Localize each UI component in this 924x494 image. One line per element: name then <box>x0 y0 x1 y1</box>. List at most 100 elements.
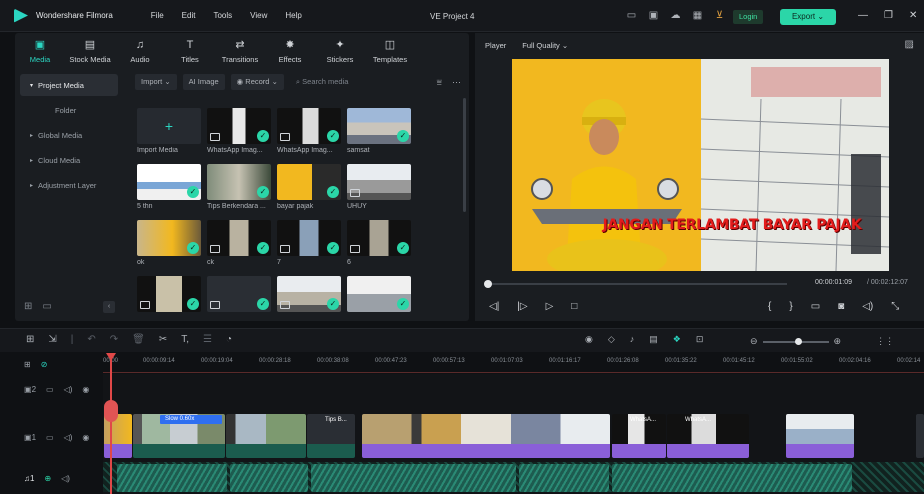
media-item[interactable]: ✓ WhatsApp Imag... <box>207 108 271 154</box>
shield-icon[interactable]: ◇ <box>608 334 615 345</box>
zoom-slider[interactable] <box>762 337 829 345</box>
render-icon[interactable]: ◉ <box>585 334 593 345</box>
voiceover-icon[interactable]: ▤ <box>649 334 658 345</box>
media-item[interactable]: ✓ 7 <box>277 220 341 266</box>
video-clip[interactable]: WhatsA... <box>612 414 666 458</box>
audio-clip[interactable] <box>519 464 609 492</box>
select-arrow-icon[interactable]: ⇲ <box>48 334 56 345</box>
video-preview[interactable]: JANGAN TERLAMBAT BAYAR PAJAK <box>512 59 889 271</box>
collapse-sidebar-button[interactable]: ‹ <box>103 301 115 313</box>
caption-icon[interactable]: ⊡ <box>696 334 704 345</box>
media-item[interactable]: ✓ Tips Berkendara ... <box>207 164 271 210</box>
audio-clip[interactable] <box>311 464 516 492</box>
video-clip[interactable]: Tips B... <box>307 414 355 458</box>
tab-titles[interactable]: T Titles <box>165 33 215 69</box>
apps-grid-icon[interactable]: ▦ <box>691 9 704 22</box>
media-item[interactable]: ✓ WhatsApp Imag... <box>277 108 341 154</box>
play-icon[interactable]: ▷ <box>546 301 554 312</box>
link-icon[interactable]: ⊘ <box>41 360 48 369</box>
eye-icon[interactable]: ◉ <box>82 385 89 394</box>
playhead-handle[interactable] <box>104 400 118 422</box>
tab-effects[interactable]: ✸ Effects <box>265 33 315 69</box>
sidebar-item-cloud-media[interactable]: ▸ Cloud Media <box>20 149 118 171</box>
media-item[interactable]: ✓ <box>277 276 341 312</box>
text-t-icon[interactable]: T, <box>181 334 189 345</box>
video-clip[interactable] <box>916 414 924 458</box>
delete-icon[interactable]: 🗑 <box>132 334 145 345</box>
tab-stickers[interactable]: ✦ Stickers <box>315 33 365 69</box>
media-item[interactable]: ✓ 6 <box>347 220 411 266</box>
record-dropdown[interactable]: ◉ Record ⌄ <box>230 74 284 90</box>
media-item[interactable]: UHUY <box>347 164 411 210</box>
tab-audio[interactable]: ♫ Audio <box>115 33 165 69</box>
undo-icon[interactable]: ↶ <box>87 334 95 345</box>
ai-image-button[interactable]: AI Image <box>182 74 225 90</box>
sidebar-item-global-media[interactable]: ▸ Global Media <box>20 124 118 146</box>
ai-icon[interactable]: ❖ <box>673 334 681 345</box>
media-item[interactable]: ✓ 5 thn <box>137 164 201 210</box>
media-item[interactable]: ✓ <box>207 276 271 312</box>
volume-icon[interactable]: ◁) <box>862 301 873 312</box>
cloud-icon[interactable]: ☁ <box>669 9 682 22</box>
quality-dropdown[interactable]: Full Quality ⌄ <box>522 41 568 50</box>
audio-clip[interactable] <box>612 464 852 492</box>
minimize-icon[interactable]: — <box>858 10 868 21</box>
zoom-slider-handle[interactable] <box>794 337 802 345</box>
speed-icon[interactable]: ◔ <box>226 334 232 345</box>
media-scrollbar[interactable] <box>463 98 466 212</box>
video-clip[interactable]: WhatsA... <box>667 414 749 458</box>
menu-help[interactable]: Help <box>285 11 301 20</box>
video-clip[interactable] <box>226 414 306 458</box>
adjust-icon[interactable]: ☰ <box>203 334 212 345</box>
volume-icon[interactable]: ◁) <box>61 474 70 483</box>
media-item[interactable]: ✓ ok <box>137 220 201 266</box>
restore-icon[interactable]: ❐ <box>884 10 893 21</box>
media-item[interactable]: ✓ <box>347 276 411 312</box>
display-icon[interactable]: ▭ <box>811 301 820 312</box>
more-options-icon[interactable]: ··· <box>452 74 461 90</box>
folder-icon[interactable]: ▭ <box>46 433 54 442</box>
folder-icon[interactable]: ▭ <box>46 385 54 394</box>
folder-icon[interactable]: ▭ <box>42 301 51 312</box>
volume-icon[interactable]: ◁) <box>64 433 73 442</box>
menu-edit[interactable]: Edit <box>182 11 196 20</box>
playback-scrubber[interactable] <box>484 280 787 288</box>
menu-view[interactable]: View <box>250 11 267 20</box>
menu-file[interactable]: File <box>151 11 164 20</box>
volume-icon[interactable]: ◁) <box>64 385 73 394</box>
mark-out-icon[interactable]: } <box>789 301 792 312</box>
step-play-icon[interactable]: |▷ <box>517 301 527 312</box>
lock-icon[interactable]: ⊕ <box>44 474 51 483</box>
tab-stock-media[interactable]: ▤ Stock Media <box>65 33 115 69</box>
video-clip[interactable] <box>362 414 610 458</box>
fullscreen-icon[interactable]: ⤡ <box>891 301 899 312</box>
menu-tools[interactable]: Tools <box>213 11 232 20</box>
audio-clip[interactable] <box>230 464 308 492</box>
timeline-ruler[interactable]: 00:00 00:00:09:14 00:00:19:04 00:00:28:1… <box>103 355 924 371</box>
audio-clip[interactable] <box>117 464 227 492</box>
new-folder-icon[interactable]: ⊞ <box>24 301 32 312</box>
redo-icon[interactable]: ↷ <box>110 334 118 345</box>
cart-icon[interactable]: ⊻ <box>713 9 726 22</box>
media-item[interactable]: ✓ samsat <box>347 108 411 154</box>
scrubber-handle[interactable] <box>484 280 492 288</box>
filter-icon[interactable]: ⩸ <box>437 74 442 90</box>
playhead-line[interactable] <box>110 355 112 494</box>
zoom-out-icon[interactable]: ⊖ <box>750 336 758 347</box>
sidebar-item-adjustment-layer[interactable]: ▸ Adjustment Layer <box>20 174 118 196</box>
tab-media[interactable]: ▣ Media <box>15 33 65 69</box>
login-button[interactable]: Login <box>733 10 764 24</box>
tab-transitions[interactable]: ⇄ Transitions <box>215 33 265 69</box>
sidebar-item-project-media[interactable]: ▾ Project Media <box>20 74 118 96</box>
save-icon[interactable]: ▣ <box>647 9 660 22</box>
close-icon[interactable]: ✕ <box>909 10 917 21</box>
tab-templates[interactable]: ◫ Templates <box>365 33 415 69</box>
sidebar-item-folder[interactable]: Folder <box>20 99 118 121</box>
search-input[interactable]: ⌕ Search media <box>296 77 349 87</box>
microphone-icon[interactable]: ♪ <box>630 334 635 345</box>
stop-icon[interactable]: □ <box>571 301 577 312</box>
camera-icon[interactable]: ◙ <box>838 301 844 312</box>
mark-in-icon[interactable]: { <box>768 301 771 312</box>
add-track-icon[interactable]: ⊞ <box>24 360 31 369</box>
speed-badge[interactable]: Slow 0.60x <box>160 415 222 424</box>
